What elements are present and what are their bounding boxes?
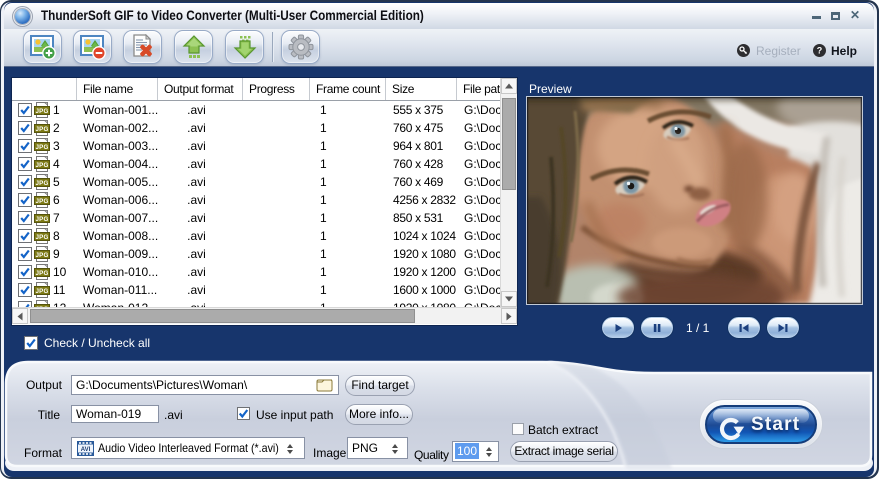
- svg-text:JPG: JPG: [36, 180, 49, 187]
- svg-text:JPG: JPG: [36, 288, 49, 295]
- svg-text:JPG: JPG: [36, 144, 49, 151]
- svg-text:JPG: JPG: [36, 108, 49, 115]
- svg-text:AVI: AVI: [81, 447, 91, 453]
- svg-text:JPG: JPG: [36, 162, 49, 169]
- svg-text:JPG: JPG: [36, 216, 49, 223]
- svg-text:JPG: JPG: [36, 252, 49, 259]
- svg-text:JPG: JPG: [36, 234, 49, 241]
- svg-text:?: ?: [817, 46, 823, 56]
- svg-text:JPG: JPG: [36, 126, 49, 133]
- svg-text:JPG: JPG: [36, 270, 49, 277]
- svg-text:JPG: JPG: [36, 198, 49, 205]
